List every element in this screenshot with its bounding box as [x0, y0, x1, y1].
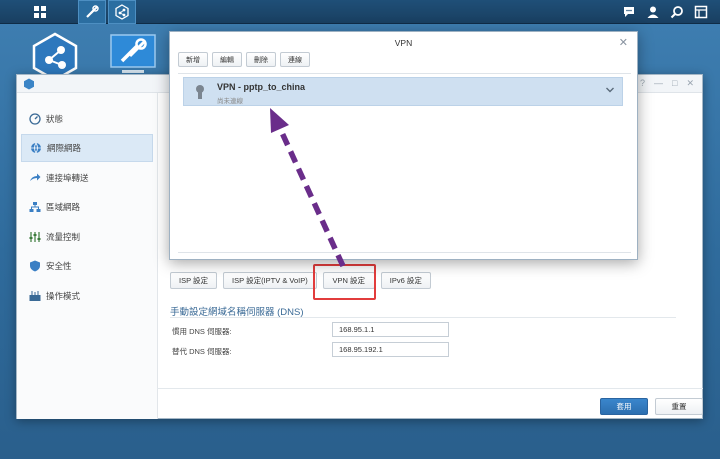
annotation-arrow [270, 108, 346, 268]
